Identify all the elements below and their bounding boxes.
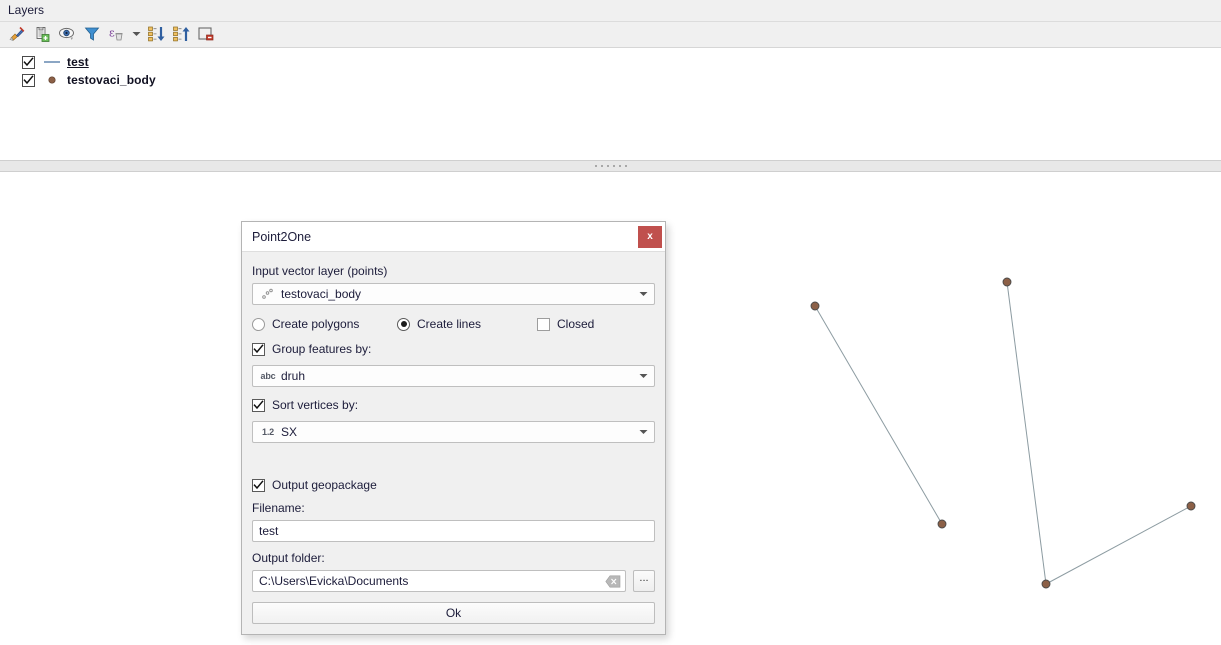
output-folder-label: Output folder:	[252, 551, 325, 565]
output-geopackage-label: Output geopackage	[272, 478, 377, 492]
radio-checked-icon	[397, 317, 410, 331]
map-point-feature	[1002, 277, 1012, 287]
input-layer-label: Input vector layer (points)	[252, 264, 388, 278]
map-line-feature	[1006, 281, 1047, 585]
output-folder-value: C:\Users\Evicka\Documents	[259, 574, 409, 588]
map-point-feature	[810, 301, 820, 311]
sort-vertices-label: Sort vertices by:	[272, 398, 359, 412]
grip-dot	[624, 165, 627, 167]
group-features-checkbox[interactable]: Group features by:	[252, 339, 655, 359]
filename-value: test	[259, 524, 279, 538]
create-lines-label: Create lines	[417, 317, 482, 331]
output-geopackage-checkbox[interactable]: Output geopackage	[252, 475, 655, 495]
map-line-feature	[814, 305, 943, 525]
map-point-feature	[1186, 501, 1196, 511]
close-icon[interactable]: x	[638, 225, 662, 248]
layer-visibility-checkbox[interactable]	[22, 55, 35, 69]
sort-field-combobox[interactable]: 1.2 SX	[252, 421, 655, 443]
layers-tree[interactable]: test testovaci_body	[0, 47, 1221, 160]
layers-panel: Layers ε test testovaci_body	[0, 0, 1221, 160]
layers-panel-title-label: Layers	[8, 3, 45, 17]
sort-field-value: SX	[281, 425, 298, 439]
grip-dot	[618, 165, 621, 167]
collapse-all-icon[interactable]	[170, 24, 192, 45]
layer-name-label[interactable]: test	[67, 55, 89, 69]
filter-legend-icon[interactable]	[81, 24, 103, 45]
layers-toolbar: ε	[0, 21, 1221, 46]
input-layer-value: testovaci_body	[281, 287, 362, 301]
layer-row[interactable]: testovaci_body	[0, 71, 1221, 89]
filename-input[interactable]: test	[252, 520, 655, 542]
create-lines-radio[interactable]: Create lines	[397, 317, 537, 331]
clear-icon[interactable]	[604, 573, 622, 589]
map-line-features	[814, 281, 1192, 585]
expand-all-icon[interactable]	[145, 24, 167, 45]
layers-panel-title: Layers	[0, 0, 1221, 21]
create-polygons-label: Create polygons	[272, 317, 360, 331]
line-symbol-icon	[43, 55, 61, 69]
create-polygons-radio[interactable]: Create polygons	[252, 317, 397, 331]
add-group-icon[interactable]	[31, 24, 53, 45]
decimal-field-type-icon: 1.2	[262, 427, 274, 437]
grip-dot	[612, 165, 615, 167]
chevron-down-icon[interactable]	[636, 373, 650, 379]
output-folder-row: C:\Users\Evicka\Documents ...	[252, 570, 655, 592]
sort-vertices-checkbox[interactable]: Sort vertices by:	[252, 395, 655, 415]
layer-name-label[interactable]: testovaci_body	[67, 73, 156, 87]
map-point-feature	[1041, 579, 1051, 589]
dialog-body: Input vector layer (points) testovaci_bo…	[242, 252, 665, 634]
group-field-combobox[interactable]: abc druh	[252, 365, 655, 387]
chevron-down-icon[interactable]	[636, 429, 650, 435]
closed-checkbox[interactable]: Closed	[537, 317, 594, 331]
filter-legend-expression-icon[interactable]: ε	[106, 24, 128, 45]
filename-label: Filename:	[252, 501, 305, 515]
ok-button[interactable]: Ok	[252, 602, 655, 624]
point-layer-icon	[259, 286, 277, 302]
browse-folder-button[interactable]: ...	[633, 570, 655, 592]
group-field-value: druh	[281, 369, 306, 383]
map-point-features	[810, 277, 1196, 589]
manage-map-themes-icon[interactable]	[56, 24, 78, 45]
point-symbol-icon	[43, 73, 61, 87]
geometry-type-options: Create polygons Create lines Closed	[252, 313, 655, 335]
map-line-feature	[1045, 505, 1192, 585]
layer-visibility-checkbox[interactable]	[22, 73, 35, 87]
checkbox-checked-icon	[252, 398, 265, 412]
svg-text:ε: ε	[109, 27, 115, 40]
dropdown-arrow-icon[interactable]	[131, 24, 142, 45]
text-field-type-icon: abc	[260, 371, 276, 381]
radio-unchecked-icon	[252, 317, 265, 331]
map-point-feature	[937, 519, 947, 529]
panel-splitter-handle[interactable]	[0, 160, 1221, 172]
point2one-dialog[interactable]: Point2One x Input vector layer (points) …	[241, 221, 666, 635]
checkbox-unchecked-icon	[537, 317, 550, 331]
dialog-title-label: Point2One	[252, 229, 312, 244]
closed-label: Closed	[557, 317, 595, 331]
layer-row[interactable]: test	[0, 53, 1221, 71]
group-features-label: Group features by:	[272, 342, 372, 356]
dialog-titlebar[interactable]: Point2One x	[242, 222, 665, 252]
checkbox-checked-icon	[252, 478, 265, 492]
grip-dot	[600, 165, 603, 167]
grip-dot	[594, 165, 597, 167]
open-layer-styling-panel-icon[interactable]	[6, 24, 28, 45]
remove-layer-icon[interactable]	[195, 24, 217, 45]
chevron-down-icon[interactable]	[636, 291, 650, 297]
input-layer-combobox[interactable]: testovaci_body	[252, 283, 655, 305]
output-folder-input[interactable]: C:\Users\Evicka\Documents	[252, 570, 626, 592]
grip-dot	[606, 165, 609, 167]
checkbox-checked-icon	[252, 342, 265, 356]
